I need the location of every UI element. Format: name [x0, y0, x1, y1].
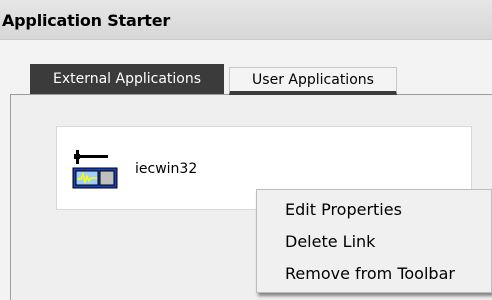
tab-user-applications-label: User Applications	[252, 71, 374, 88]
hammer-oscilloscope-icon[interactable]	[72, 144, 118, 190]
hammer-oscilloscope-icon-graphic	[72, 150, 118, 189]
menu-item-delete-link[interactable]: Delete Link	[285, 232, 375, 251]
application-starter-window: Application Starter External Application…	[0, 0, 492, 300]
tab-external-applications-label: External Applications	[52, 71, 202, 87]
context-menu: Edit Properties Delete Link Remove from …	[256, 189, 492, 293]
title-bar: Application Starter	[0, 0, 492, 40]
tab-user-applications[interactable]: User Applications	[229, 67, 397, 95]
menu-item-remove-from-toolbar[interactable]: Remove from Toolbar	[285, 264, 455, 283]
tab-external-applications[interactable]: External Applications	[30, 64, 224, 94]
application-label[interactable]: iecwin32	[135, 161, 197, 177]
menu-item-edit-properties[interactable]: Edit Properties	[285, 200, 402, 219]
window-title: Application Starter	[2, 11, 171, 30]
